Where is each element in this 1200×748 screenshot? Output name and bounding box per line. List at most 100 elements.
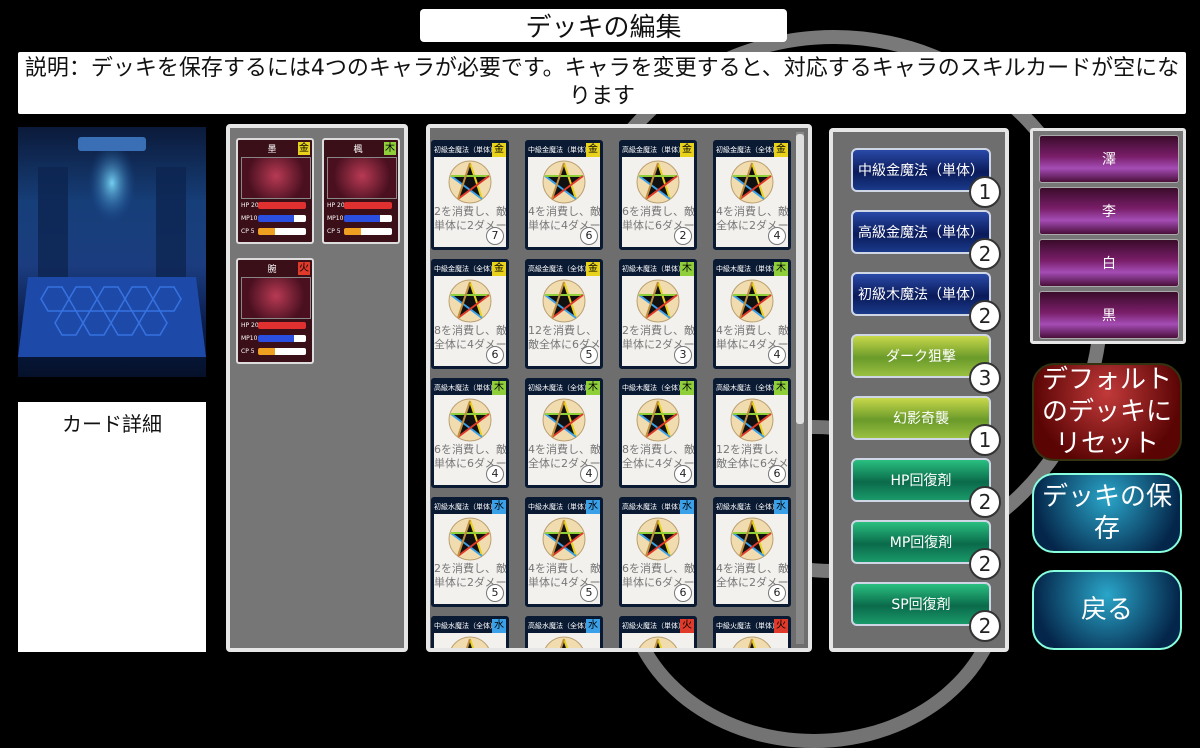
team-slot[interactable]: 李 xyxy=(1039,187,1179,235)
back-button[interactable]: 戻る xyxy=(1032,570,1182,650)
card-count-badge: 2 xyxy=(674,227,692,245)
element-wheel-icon xyxy=(448,279,492,323)
card-title: 初級水魔法（単体） xyxy=(434,500,497,514)
card-title: 初級金魔法（単体） xyxy=(434,143,497,157)
character-card[interactable]: 腕 火 HP 20 MP10 CP 5 xyxy=(236,258,314,364)
cp-bar xyxy=(258,228,306,235)
element-badge: 金 xyxy=(586,262,600,276)
card-preview-image xyxy=(18,127,206,377)
element-badge: 水 xyxy=(586,619,600,633)
element-wheel-icon xyxy=(636,160,680,204)
card-title: 初級金魔法（全体） xyxy=(716,143,779,157)
skill-card[interactable]: 中級金魔法（全体）金 8を消費し、敵 全体に4ダメー 6 xyxy=(431,259,509,369)
deck-card-count: 2 xyxy=(969,486,1001,518)
skill-card[interactable]: 初級水魔法（単体）水 2を消費し、敵 単体に2ダメー 5 xyxy=(431,497,509,607)
skill-card[interactable]: 高級金魔法（単体）金 6を消費し、敵 単体に6ダメー 2 xyxy=(619,140,697,250)
team-slot[interactable]: 澤 xyxy=(1039,135,1179,183)
skill-card[interactable]: 高級金魔法（全体）金 12を消費し、 敵全体に6ダメ 5 xyxy=(525,259,603,369)
card-title: 中級金魔法（単体） xyxy=(528,143,591,157)
skill-card[interactable]: 初級金魔法（単体）金 2を消費し、敵 単体に2ダメー 7 xyxy=(431,140,509,250)
scrollbar-thumb[interactable] xyxy=(796,134,804,424)
card-count-badge: 5 xyxy=(580,584,598,602)
element-wheel-icon xyxy=(730,279,774,323)
team-panel[interactable]: 澤李白黒 xyxy=(1030,128,1186,344)
deck-card-count: 2 xyxy=(969,300,1001,332)
element-wheel-icon xyxy=(636,279,680,323)
card-title: 初級水魔法（全体） xyxy=(716,500,779,514)
card-title: 中級水魔法（全体） xyxy=(434,619,497,633)
card-detail-panel: カード詳細 xyxy=(18,402,206,652)
card-count-badge: 5 xyxy=(580,346,598,364)
element-badge: 木 xyxy=(384,142,396,155)
mp-label: MP10 xyxy=(241,335,258,342)
hp-label: HP 20 xyxy=(241,202,259,209)
character-portrait xyxy=(241,157,311,199)
element-badge: 木 xyxy=(774,262,788,276)
skill-card[interactable]: 初級水魔法（全体）水 4を消費し、敵 全体に2ダメー 6 xyxy=(713,497,791,607)
skill-card[interactable]: 初級木魔法（全体）木 4を消費し、敵 全体に2ダメー 4 xyxy=(525,378,603,488)
element-badge: 金 xyxy=(298,142,310,155)
character-portrait xyxy=(241,277,311,319)
skill-card[interactable]: 中級木魔法（単体）木 4を消費し、敵 単体に4ダメー 4 xyxy=(713,259,791,369)
element-wheel-icon xyxy=(638,636,678,648)
element-wheel-icon xyxy=(450,636,490,648)
element-wheel-icon xyxy=(636,398,680,442)
skill-card[interactable]: 高級水魔法（単体）水 6を消費し、敵 単体に6ダメー 6 xyxy=(619,497,697,607)
deck-card-count: 3 xyxy=(969,362,1001,394)
element-badge: 金 xyxy=(492,262,506,276)
element-wheel-icon xyxy=(542,398,586,442)
card-count-badge: 6 xyxy=(768,465,786,483)
card-title: 初級火魔法（単体） xyxy=(622,619,685,633)
character-portrait xyxy=(327,157,397,199)
mp-label: MP10 xyxy=(327,215,344,222)
skill-card[interactable]: 中級水魔法（単体）水 4を消費し、敵 単体に4ダメー 5 xyxy=(525,497,603,607)
element-wheel-icon xyxy=(730,517,774,561)
skill-card[interactable]: 高級水魔法（全体）水 xyxy=(525,616,603,648)
character-name: 腕 xyxy=(267,265,277,275)
skill-card[interactable]: 高級木魔法（単体）木 6を消費し、敵 単体に6ダメー 4 xyxy=(431,378,509,488)
mp-bar xyxy=(258,215,306,222)
card-grid-panel[interactable]: 初級金魔法（単体）金 2を消費し、敵 単体に2ダメー 7 中級金魔法（単体）金 4を消… xyxy=(426,124,812,652)
skill-card[interactable]: 初級火魔法（単体）火 xyxy=(619,616,697,648)
card-title: 高級金魔法（単体） xyxy=(622,143,685,157)
element-badge: 木 xyxy=(492,381,506,395)
element-wheel-icon xyxy=(448,398,492,442)
reset-deck-button[interactable]: デフォルトのデッキにリセット xyxy=(1032,363,1182,461)
card-count-badge: 4 xyxy=(486,465,504,483)
team-slot[interactable]: 白 xyxy=(1039,239,1179,287)
card-count-badge: 4 xyxy=(768,227,786,245)
element-badge: 金 xyxy=(586,143,600,157)
element-badge: 水 xyxy=(774,500,788,514)
element-badge: 水 xyxy=(680,500,694,514)
card-count-badge: 6 xyxy=(580,227,598,245)
skill-card[interactable]: 初級金魔法（全体）金 4を消費し、敵 全体に2ダメー 4 xyxy=(713,140,791,250)
skill-card[interactable]: 中級金魔法（単体）金 4を消費し、敵 単体に4ダメー 6 xyxy=(525,140,603,250)
skill-card[interactable]: 中級水魔法（全体）水 xyxy=(431,616,509,648)
card-count-badge: 4 xyxy=(674,465,692,483)
skill-card[interactable]: 高級木魔法（全体）木 12を消費し、 敵全体に6ダメ 6 xyxy=(713,378,791,488)
skill-card[interactable]: 中級木魔法（全体）木 8を消費し、敵 全体に4ダメー 4 xyxy=(619,378,697,488)
save-deck-button[interactable]: デッキの保存 xyxy=(1032,473,1182,553)
mp-label: MP10 xyxy=(241,215,258,222)
description-text: 説明：デッキを保存するには4つのキャラが必要です。キャラを変更すると、対応するキ… xyxy=(18,52,1186,114)
deck-card-count: 2 xyxy=(969,610,1001,642)
card-title: 初級木魔法（単体） xyxy=(622,262,685,276)
cp-label: CP 5 xyxy=(241,228,255,235)
team-slot[interactable]: 黒 xyxy=(1039,291,1179,339)
skill-card[interactable]: 中級火魔法（単体）火 xyxy=(713,616,791,648)
element-wheel-icon xyxy=(730,160,774,204)
card-detail-label: カード詳細 xyxy=(62,412,162,436)
card-count-badge: 3 xyxy=(674,346,692,364)
character-card[interactable]: 墨 金 HP 20 MP10 CP 5 xyxy=(236,138,314,244)
card-count-badge: 5 xyxy=(486,584,504,602)
character-list-panel[interactable]: 墨 金 HP 20 MP10 CP 5 楓 木 HP 20 MP10 CP 5 腕 火 HP 20 MP1… xyxy=(226,124,408,652)
card-title: 初級木魔法（全体） xyxy=(528,381,591,395)
element-wheel-icon xyxy=(732,636,772,648)
deck-list-panel[interactable]: 中級金魔法（単体） 1 高級金魔法（単体） 2 初級木魔法（単体） 2 ダーク狙撃 3 幻影奇襲… xyxy=(829,128,1009,652)
character-card[interactable]: 楓 木 HP 20 MP10 CP 5 xyxy=(322,138,400,244)
page-title: デッキの編集 xyxy=(420,9,787,43)
card-title: 高級木魔法（単体） xyxy=(434,381,497,395)
element-wheel-icon xyxy=(542,279,586,323)
element-badge: 火 xyxy=(680,619,694,633)
skill-card[interactable]: 初級木魔法（単体）木 2を消費し、敵 単体に2ダメー 3 xyxy=(619,259,697,369)
